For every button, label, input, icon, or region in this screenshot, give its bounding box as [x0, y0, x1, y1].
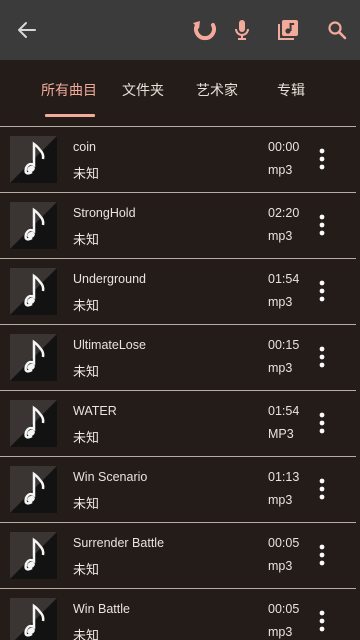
- song-artist: 未知: [73, 364, 100, 379]
- refresh-icon: [193, 21, 216, 41]
- arrow-left-icon: [18, 22, 36, 38]
- song-format: mp3: [268, 361, 293, 375]
- song-artist: 未知: [73, 232, 100, 247]
- song-list: coin 未知 00:00 mp3 StrongHold 未知 02:20 mp…: [0, 120, 360, 640]
- search-button[interactable]: [322, 0, 352, 60]
- more-vert-icon: [319, 478, 325, 500]
- tab-albums[interactable]: 专辑: [264, 60, 318, 120]
- song-duration: 02:20: [268, 206, 300, 220]
- album-art-thumbnail: [10, 334, 57, 381]
- song-row[interactable]: Win Battle 未知 00:05 mp3: [0, 588, 360, 640]
- music-note-icon: [10, 202, 57, 249]
- song-title: WATER: [73, 404, 117, 418]
- music-library-button[interactable]: [272, 0, 304, 60]
- song-duration: 00:05: [268, 602, 300, 616]
- song-artist: 未知: [73, 298, 100, 313]
- row-divider: [0, 522, 356, 523]
- search-icon: [328, 21, 347, 40]
- song-format: mp3: [268, 229, 293, 243]
- song-row[interactable]: StrongHold 未知 02:20 mp3: [0, 192, 360, 258]
- more-options-button[interactable]: [312, 210, 332, 240]
- more-options-button[interactable]: [312, 144, 332, 174]
- category-tabs: 所有曲目 文件夹 艺术家 专辑: [0, 60, 360, 120]
- music-note-icon: [10, 136, 57, 183]
- music-note-icon: [10, 400, 57, 447]
- music-note-icon: [10, 268, 57, 315]
- song-format: mp3: [268, 625, 293, 639]
- more-options-button[interactable]: [312, 408, 332, 438]
- song-format: mp3: [268, 295, 293, 309]
- song-artist: 未知: [73, 166, 100, 181]
- song-artist: 未知: [73, 496, 100, 511]
- song-row[interactable]: Surrender Battle 未知 00:05 mp3: [0, 522, 360, 588]
- more-vert-icon: [319, 280, 325, 302]
- more-options-button[interactable]: [312, 474, 332, 504]
- row-divider: [0, 192, 356, 193]
- active-tab-indicator: [45, 114, 95, 117]
- song-duration: 01:54: [268, 272, 300, 286]
- album-art-thumbnail: [10, 532, 57, 579]
- album-art-thumbnail: [10, 400, 57, 447]
- more-vert-icon: [319, 148, 325, 170]
- more-options-button[interactable]: [312, 540, 332, 570]
- song-title: UltimateLose: [73, 338, 146, 352]
- album-art-thumbnail: [10, 268, 57, 315]
- more-vert-icon: [319, 214, 325, 236]
- more-options-button[interactable]: [312, 342, 332, 372]
- song-artist: 未知: [73, 628, 100, 640]
- more-options-button[interactable]: [312, 606, 332, 636]
- song-title: coin: [73, 140, 96, 154]
- music-note-icon: [10, 334, 57, 381]
- row-divider: [0, 456, 356, 457]
- tab-artists[interactable]: 艺术家: [188, 60, 246, 120]
- refresh-button[interactable]: [188, 0, 222, 60]
- row-divider: [0, 126, 356, 127]
- row-divider: [0, 324, 356, 325]
- song-artist: 未知: [73, 562, 100, 577]
- song-format: mp3: [268, 163, 293, 177]
- song-title: Win Scenario: [73, 470, 148, 484]
- back-button[interactable]: [10, 0, 44, 60]
- song-format: mp3: [268, 559, 293, 573]
- song-title: StrongHold: [73, 206, 136, 220]
- song-duration: 00:00: [268, 140, 300, 154]
- top-toolbar: [0, 0, 360, 60]
- song-title: Surrender Battle: [73, 536, 165, 550]
- more-vert-icon: [319, 610, 325, 632]
- song-format: mp3: [268, 493, 293, 507]
- song-artist: 未知: [73, 430, 100, 445]
- tab-folders[interactable]: 文件夹: [114, 60, 172, 120]
- more-vert-icon: [319, 346, 325, 368]
- song-duration: 00:05: [268, 536, 300, 550]
- row-divider: [0, 258, 356, 259]
- microphone-icon: [235, 20, 249, 40]
- more-options-button[interactable]: [312, 276, 332, 306]
- music-note-icon: [10, 532, 57, 579]
- song-row[interactable]: Underground 未知 01:54 mp3: [0, 258, 360, 324]
- song-duration: 01:54: [268, 404, 300, 418]
- song-row[interactable]: WATER 未知 01:54 MP3: [0, 390, 360, 456]
- music-library-icon: [278, 20, 298, 40]
- song-row[interactable]: UltimateLose 未知 00:15 mp3: [0, 324, 360, 390]
- music-note-icon: [10, 598, 57, 640]
- tab-all-tracks[interactable]: 所有曲目: [33, 60, 105, 120]
- song-format: MP3: [268, 427, 294, 441]
- row-divider: [0, 390, 356, 391]
- song-row[interactable]: coin 未知 00:00 mp3: [0, 126, 360, 192]
- song-duration: 00:15: [268, 338, 300, 352]
- voice-search-button[interactable]: [228, 0, 256, 60]
- song-title: Underground: [73, 272, 146, 286]
- album-art-thumbnail: [10, 136, 57, 183]
- album-art-thumbnail: [10, 466, 57, 513]
- album-art-thumbnail: [10, 202, 57, 249]
- more-vert-icon: [319, 544, 325, 566]
- music-note-icon: [10, 466, 57, 513]
- row-divider: [0, 588, 356, 589]
- song-title: Win Battle: [73, 602, 130, 616]
- album-art-thumbnail: [10, 598, 57, 640]
- song-duration: 01:13: [268, 470, 300, 484]
- song-row[interactable]: Win Scenario 未知 01:13 mp3: [0, 456, 360, 522]
- more-vert-icon: [319, 412, 325, 434]
